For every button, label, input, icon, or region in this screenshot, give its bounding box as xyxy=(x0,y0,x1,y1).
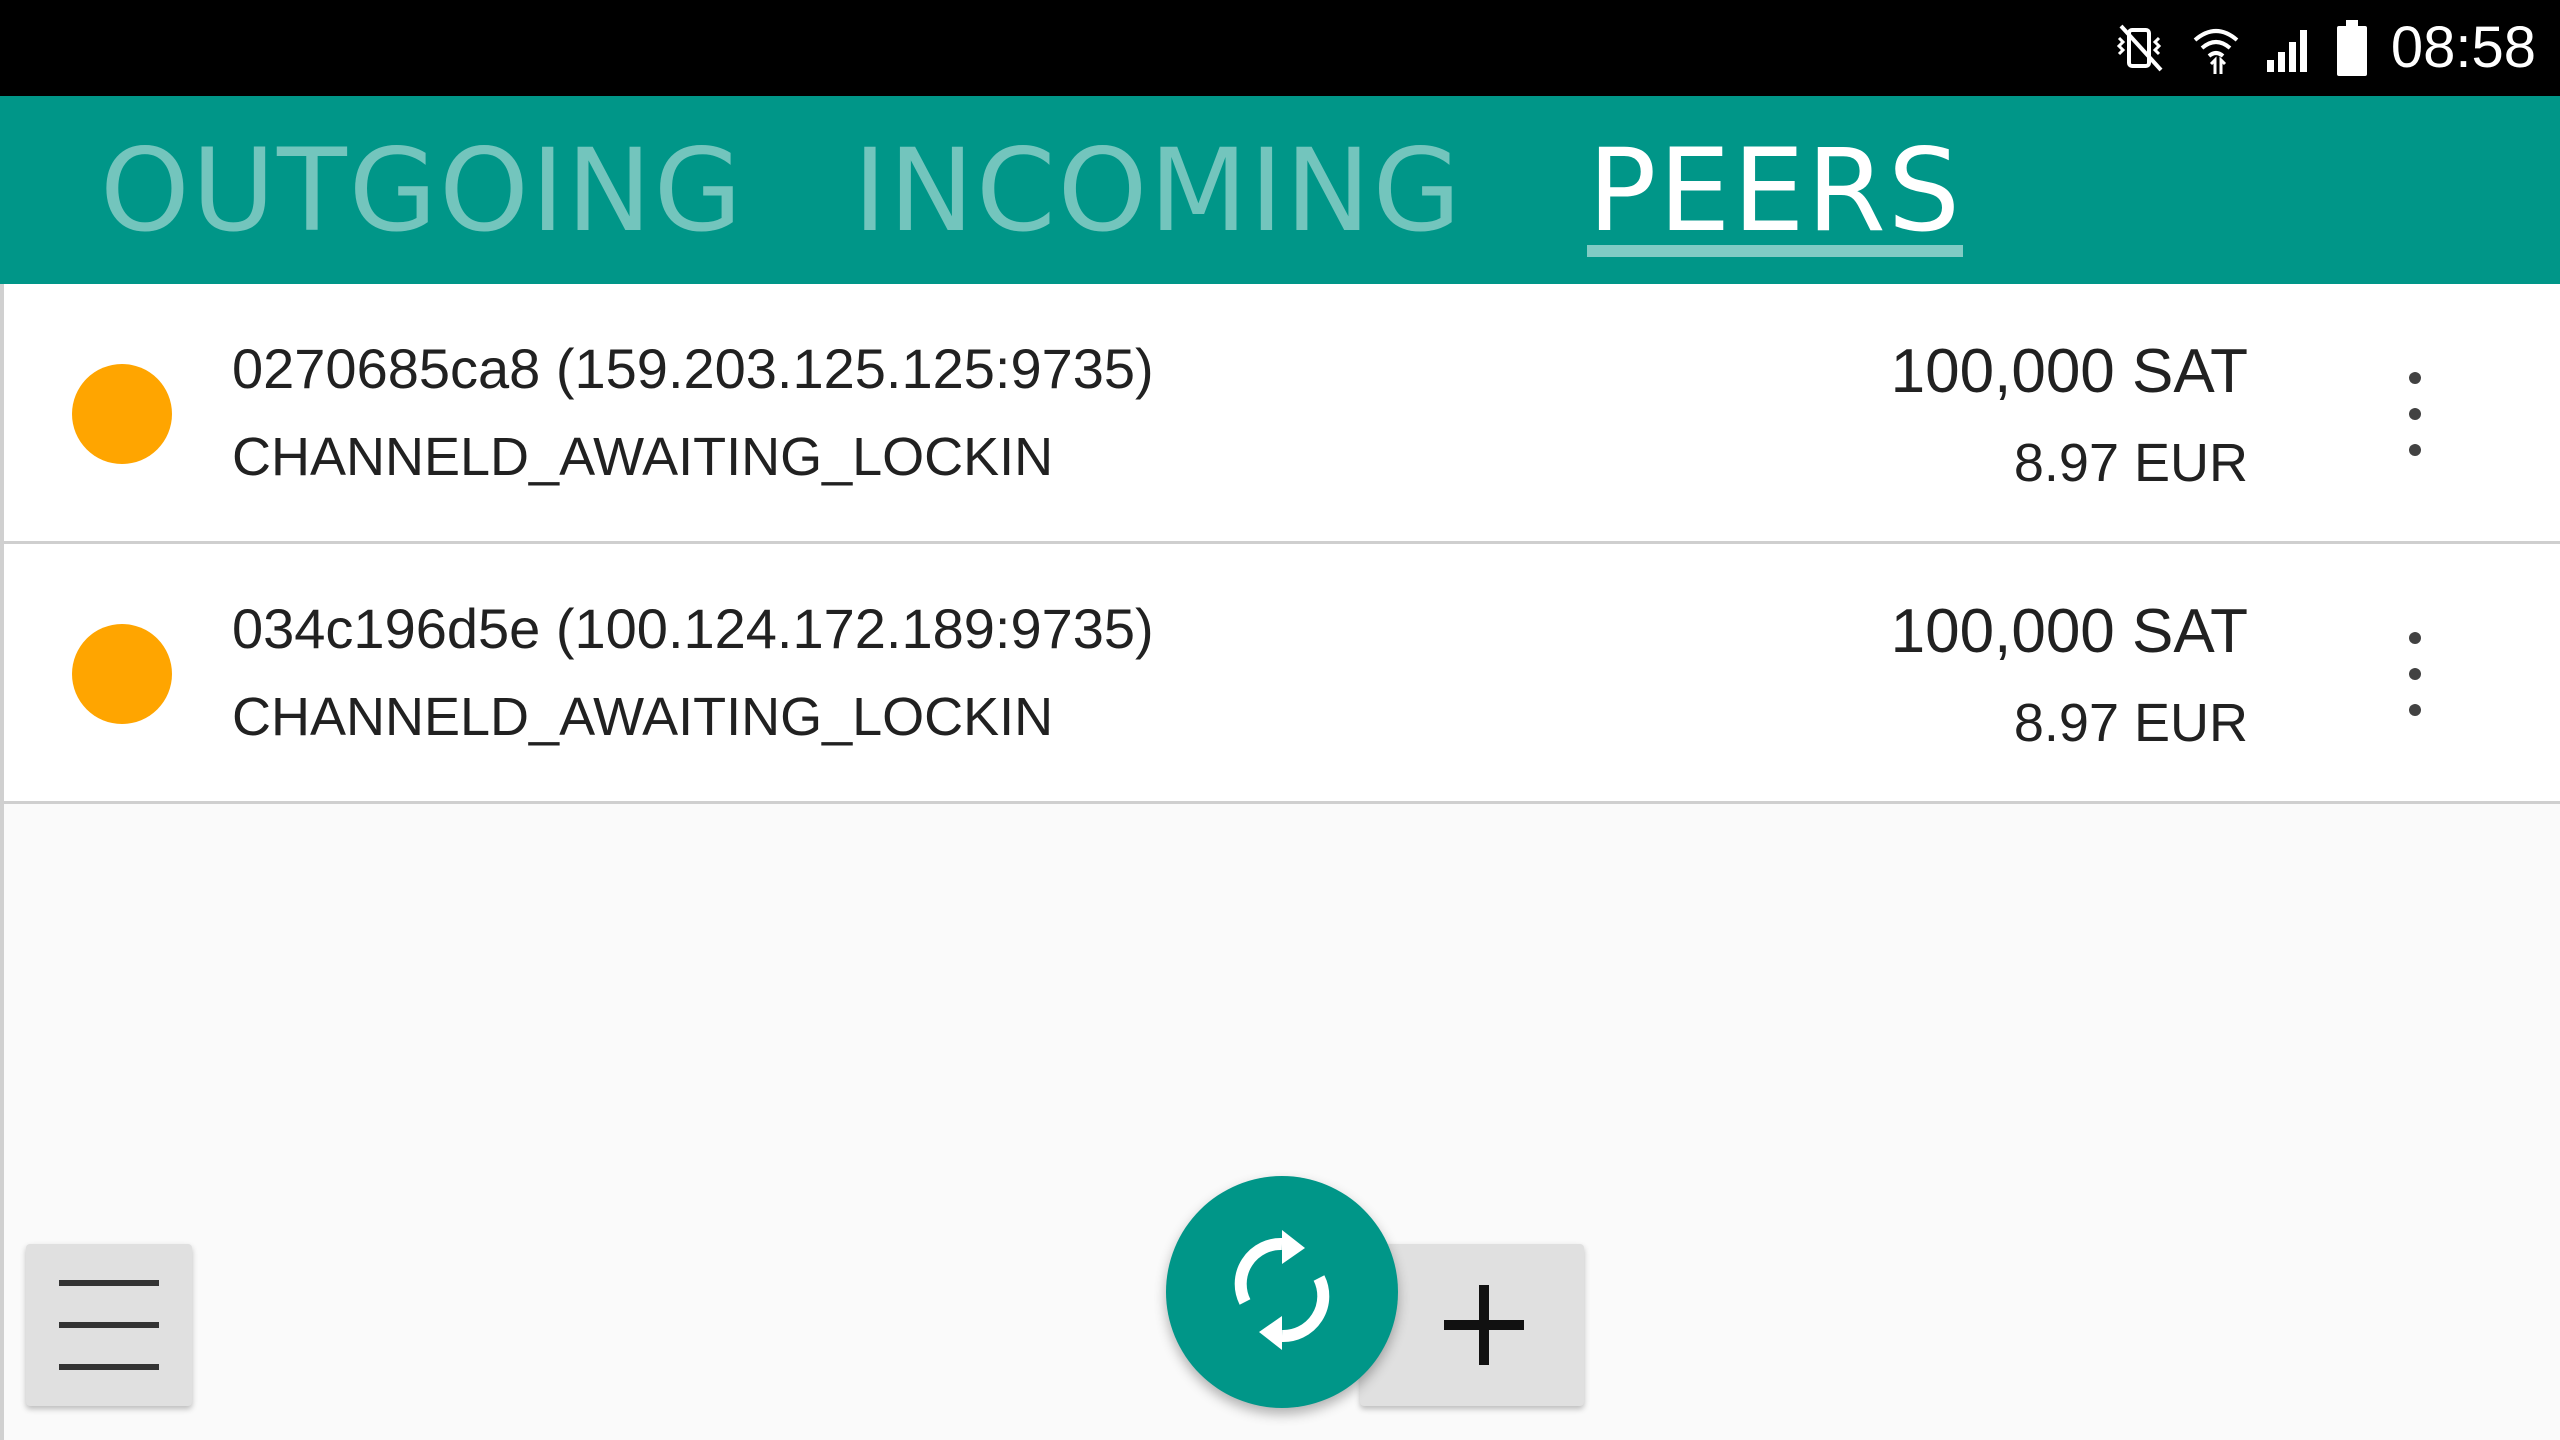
more-vert-icon-dot xyxy=(2409,632,2421,644)
plus-icon xyxy=(1479,1285,1489,1365)
peer-id: 034c196d5e (100.124.172.189:9735) xyxy=(232,597,1154,660)
more-vert-icon-dot xyxy=(2409,444,2421,456)
peer-amount-fiat: 8.97 EUR xyxy=(2013,693,2248,753)
mute-vibrate-icon xyxy=(2113,20,2169,76)
battery-icon xyxy=(2335,18,2369,78)
more-vert-icon-dot xyxy=(2409,408,2421,420)
status-clock: 08:58 xyxy=(2390,15,2536,80)
more-options-button[interactable] xyxy=(2380,604,2450,744)
refresh-icon xyxy=(1227,1229,1337,1355)
hamburger-menu-icon xyxy=(59,1364,159,1370)
more-vert-icon-dot xyxy=(2409,668,2421,680)
hamburger-menu-icon xyxy=(59,1280,159,1286)
more-options-button[interactable] xyxy=(2380,344,2450,484)
wifi-icon xyxy=(2191,20,2241,76)
refresh-button[interactable] xyxy=(1166,1176,1398,1408)
tab-incoming[interactable]: INCOMING xyxy=(848,96,1468,284)
peer-status-dot xyxy=(72,624,172,724)
status-bar: 08:58 xyxy=(0,0,2560,96)
peer-amount-sat: 100,000 SAT xyxy=(1890,597,2248,666)
app-root: 08:58 OUTGOING INCOMING PEERS 0270685ca8… xyxy=(0,0,2560,1440)
peer-amount-fiat: 8.97 EUR xyxy=(2013,433,2248,493)
status-icons: 08:58 xyxy=(2113,0,2536,96)
list-item[interactable]: 034c196d5e (100.124.172.189:9735) CHANNE… xyxy=(0,544,2560,804)
peer-id: 0270685ca8 (159.203.125.125:9735) xyxy=(232,337,1154,400)
peer-list: 0270685ca8 (159.203.125.125:9735) CHANNE… xyxy=(0,284,2560,804)
more-vert-icon-dot xyxy=(2409,372,2421,384)
tab-bar: OUTGOING INCOMING PEERS xyxy=(0,96,2560,284)
menu-button[interactable] xyxy=(26,1244,192,1406)
peer-amount-sat: 100,000 SAT xyxy=(1890,337,2248,406)
peer-state: CHANNELD_AWAITING_LOCKIN xyxy=(232,687,1054,747)
tab-outgoing[interactable]: OUTGOING xyxy=(100,96,742,284)
peer-status-dot xyxy=(72,364,172,464)
active-tab-indicator xyxy=(1587,245,1963,257)
peer-state: CHANNELD_AWAITING_LOCKIN xyxy=(232,427,1054,487)
signal-icon xyxy=(2263,20,2313,76)
left-edge-divider xyxy=(0,284,4,1440)
list-item[interactable]: 0270685ca8 (159.203.125.125:9735) CHANNE… xyxy=(0,284,2560,544)
hamburger-menu-icon xyxy=(59,1322,159,1328)
more-vert-icon-dot xyxy=(2409,704,2421,716)
